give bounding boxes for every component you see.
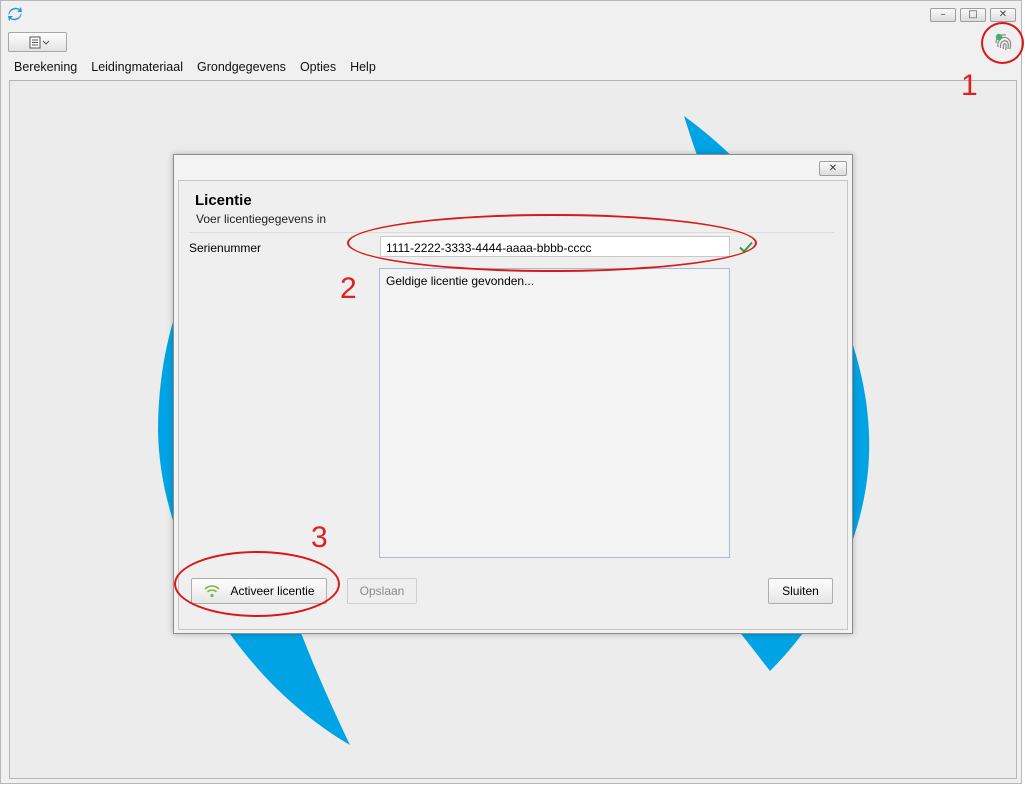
- dialog-close-button[interactable]: ✕: [819, 161, 847, 176]
- license-log: Geldige licentie gevonden...: [379, 268, 730, 558]
- menu-leidingmateriaal[interactable]: Leidingmateriaal: [84, 57, 190, 77]
- menu-help[interactable]: Help: [343, 57, 383, 77]
- menu-berekening[interactable]: Berekening: [7, 57, 84, 77]
- close-dialog-button[interactable]: Sluiten: [768, 578, 833, 604]
- annotation-number-3: 3: [311, 521, 328, 554]
- save-button[interactable]: Opslaan: [347, 578, 417, 604]
- serial-input[interactable]: [380, 236, 730, 257]
- menu-grondgegevens[interactable]: Grondgegevens: [190, 57, 293, 77]
- close-button[interactable]: ✕: [990, 8, 1016, 22]
- activate-license-button[interactable]: Activeer licentie: [191, 578, 327, 604]
- checkmark-icon: [739, 241, 753, 253]
- view-menu-button[interactable]: [8, 32, 67, 52]
- serial-label: Serienummer: [189, 241, 262, 255]
- annotation-number-1: 1: [961, 69, 978, 102]
- activate-license-label: Activeer licentie: [230, 584, 315, 598]
- close-dialog-label: Sluiten: [782, 584, 819, 598]
- menu-bar: Berekening Leidingmateriaal Grondgegeven…: [7, 57, 383, 77]
- save-label: Opslaan: [359, 584, 405, 598]
- dialog-subtitle: Voer licentiegegevens in: [196, 212, 327, 226]
- app-logo-icon: [8, 7, 22, 21]
- title-bar: – □ ✕: [1, 1, 1021, 29]
- dialog-title: Licentie: [195, 192, 252, 209]
- app-window: – □ ✕ Berekening Leidingmateriaal Grondg…: [0, 0, 1024, 784]
- annotation-number-2: 2: [340, 272, 357, 305]
- wifi-icon: [204, 585, 221, 598]
- maximize-button[interactable]: □: [960, 8, 986, 22]
- fingerprint-icon[interactable]: [991, 29, 1017, 55]
- dialog-content: Licentie Voer licentiegegevens in Serien…: [178, 180, 848, 630]
- menu-opties[interactable]: Opties: [293, 57, 343, 77]
- license-dialog: ✕ Licentie Voer licentiegegevens in Seri…: [173, 154, 853, 634]
- header-divider: [189, 232, 834, 233]
- minimize-button[interactable]: –: [930, 8, 956, 22]
- log-text: Geldige licentie gevonden...: [386, 274, 535, 288]
- document-view-icon: [29, 36, 50, 49]
